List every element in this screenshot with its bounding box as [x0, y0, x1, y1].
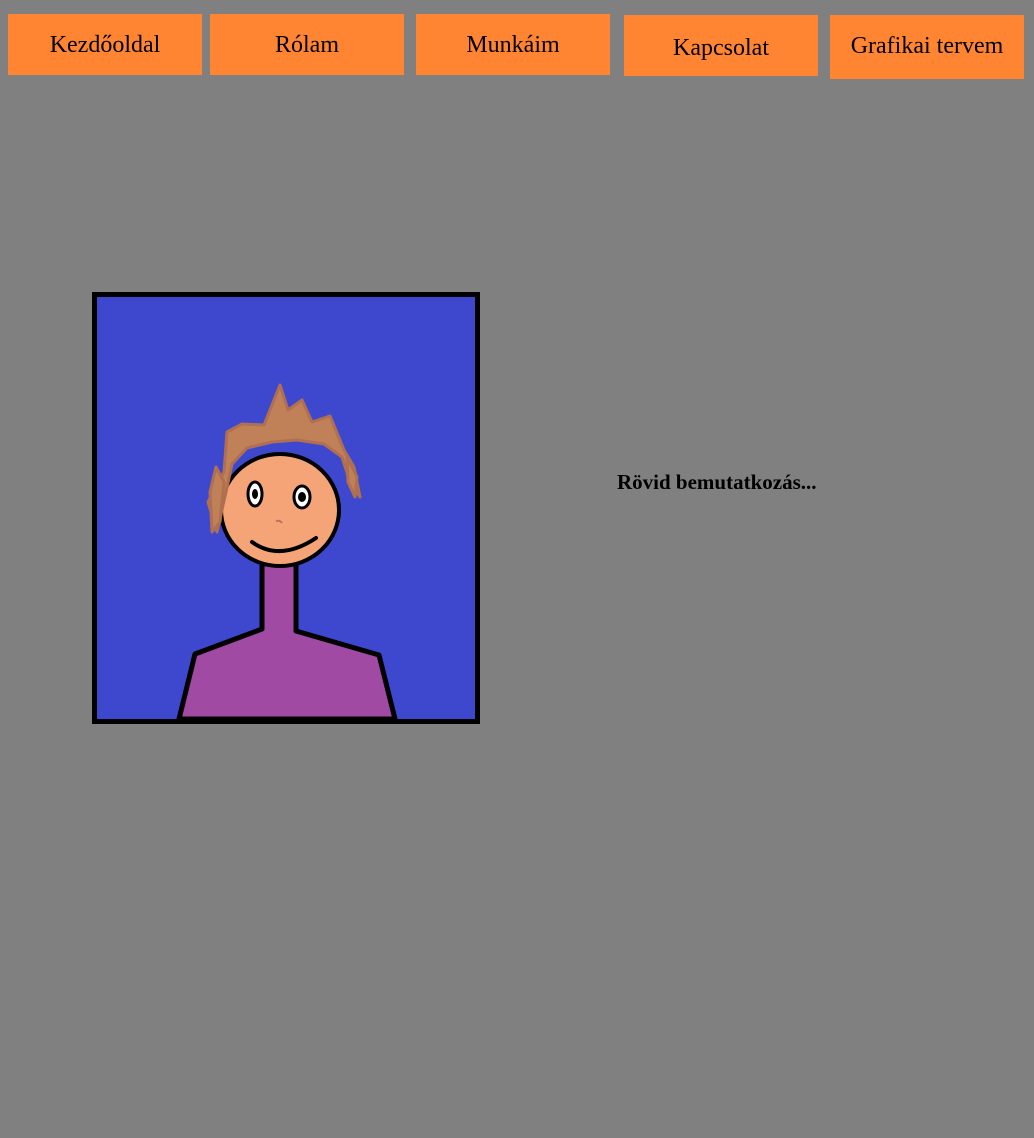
nav-button-kapcsolat[interactable]: Kapcsolat [624, 15, 818, 76]
intro-text: Rövid bemutatkozás... [617, 470, 817, 494]
nav-button-munkaim[interactable]: Munkáim [416, 14, 610, 75]
nav-button-grafikai-tervem[interactable]: Grafikai tervem [830, 15, 1024, 79]
nav-button-rolam[interactable]: Rólam [210, 14, 404, 75]
profile-portrait-image [92, 292, 480, 724]
nav-button-kezdooldal[interactable]: Kezdőoldal [8, 14, 202, 75]
